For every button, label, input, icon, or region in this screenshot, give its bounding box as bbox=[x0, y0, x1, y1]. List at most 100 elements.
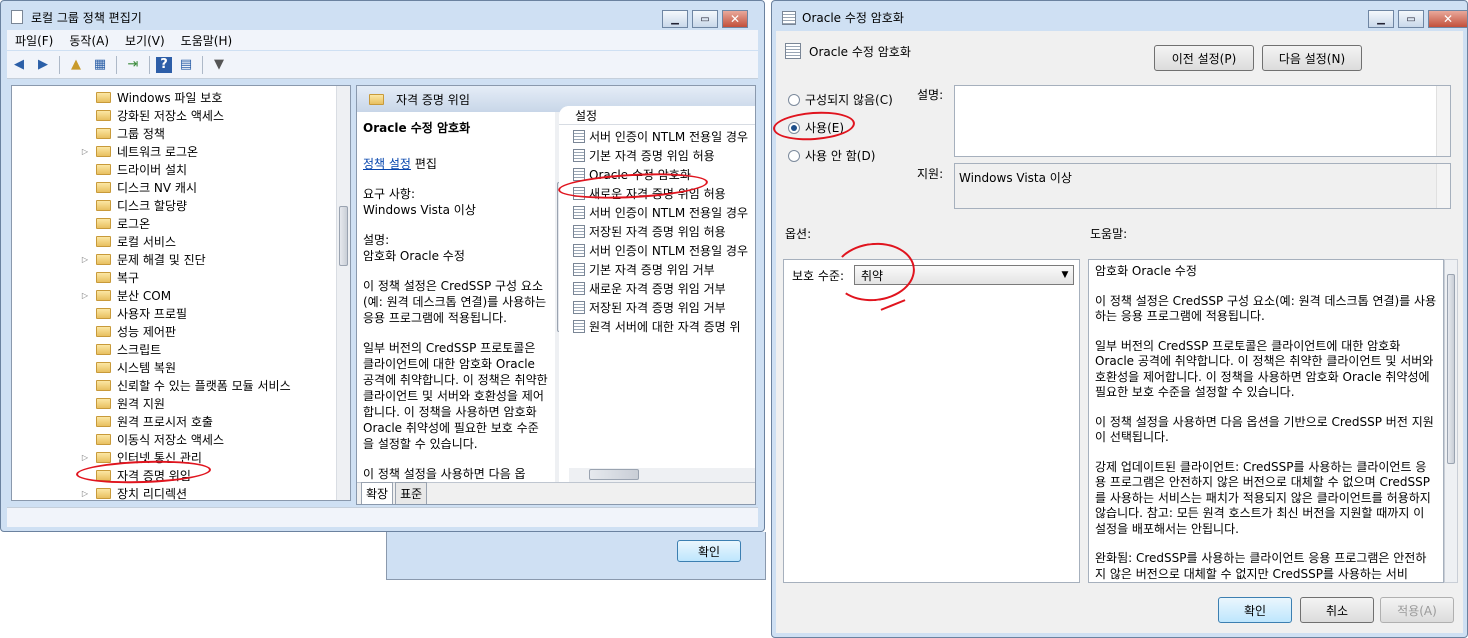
tree-scroll-thumb[interactable] bbox=[339, 206, 348, 266]
forward-arrow-icon[interactable]: ▶ bbox=[33, 55, 53, 75]
behind-ok-button[interactable]: 확인 bbox=[677, 540, 741, 562]
filter-icon[interactable]: ▼ bbox=[209, 55, 229, 75]
policy-setting-item[interactable]: 기본 자격 증명 위임 허용 bbox=[559, 146, 755, 165]
tree-item[interactable]: 강화된 저장소 액세스 bbox=[80, 106, 224, 124]
up-folder-icon[interactable]: ▲ bbox=[66, 55, 86, 75]
gpedit-window: 로컬 그룹 정책 편집기 ▁ ▭ ✕ 파일(F) 동작(A) 보기(V) 도움말… bbox=[0, 0, 765, 532]
gpedit-app-icon bbox=[11, 10, 23, 24]
dialog-titlebar[interactable]: Oracle 수정 암호화 ▁ ▭ ✕ bbox=[772, 1, 1468, 35]
edit-policy-link[interactable]: 정책 설정 bbox=[363, 157, 411, 171]
back-arrow-icon[interactable]: ◀ bbox=[9, 55, 29, 75]
policy-setting-item[interactable]: 저장된 자격 증명 위임 거부 bbox=[559, 298, 755, 317]
menu-help[interactable]: 도움말(H) bbox=[173, 32, 241, 49]
dialog-close-icon[interactable]: ✕ bbox=[1428, 10, 1468, 28]
radio-dot[interactable] bbox=[788, 149, 800, 162]
tree-item[interactable]: ▷ 문제 해결 및 진단 bbox=[80, 250, 206, 268]
policy-setting-label: 기본 자격 증명 위임 허용 bbox=[589, 149, 715, 163]
dialog-maximize-icon[interactable]: ▭ bbox=[1398, 10, 1424, 28]
help-icon[interactable]: ? bbox=[156, 56, 172, 73]
tree-item[interactable]: ▷ 분산 COM bbox=[80, 286, 171, 304]
tree-item[interactable]: 원격 지원 bbox=[80, 394, 165, 412]
policy-setting-label: 서버 인증이 NTLM 전용일 경우 bbox=[589, 244, 749, 258]
properties-icon[interactable]: ▤ bbox=[176, 55, 196, 75]
policy-setting-label: 서버 인증이 NTLM 전용일 경우 bbox=[589, 206, 749, 220]
folder-icon bbox=[96, 487, 111, 499]
tree-item[interactable]: 스크립트 bbox=[80, 340, 161, 358]
close-icon[interactable]: ✕ bbox=[722, 10, 748, 28]
expand-arrow-icon[interactable]: ▷ bbox=[80, 489, 90, 498]
tree-item[interactable]: 디스크 할당량 bbox=[80, 196, 187, 214]
previous-setting-button[interactable]: 이전 설정(P) bbox=[1154, 45, 1254, 71]
tree-item[interactable]: 이동식 저장소 액세스 bbox=[80, 430, 224, 448]
options-panel: 보호 수준: 취약 ▼ bbox=[783, 259, 1080, 583]
tree-item[interactable]: 성능 제어판 bbox=[80, 322, 176, 340]
folder-icon bbox=[96, 397, 111, 409]
expand-arrow-icon[interactable]: ▷ bbox=[80, 453, 90, 462]
supported-label: 지원: bbox=[917, 167, 944, 181]
expand-arrow-icon[interactable]: ▷ bbox=[80, 291, 90, 300]
tree-item[interactable]: Windows 파일 보호 bbox=[80, 88, 222, 106]
maximize-icon[interactable]: ▭ bbox=[692, 10, 718, 28]
radio-disabled[interactable]: 사용 안 함(D) bbox=[788, 147, 875, 164]
minimize-icon[interactable]: ▁ bbox=[662, 10, 688, 28]
policy-setting-item[interactable]: 서버 인증이 NTLM 전용일 경우 bbox=[559, 241, 755, 260]
folder-icon bbox=[96, 307, 111, 319]
policy-setting-item[interactable]: 서버 인증이 NTLM 전용일 경우 bbox=[559, 203, 755, 222]
folder-icon bbox=[96, 289, 111, 301]
folder-icon bbox=[96, 415, 111, 427]
cancel-button[interactable]: 취소 bbox=[1300, 597, 1374, 623]
help-scrollbar[interactable] bbox=[1444, 259, 1458, 583]
next-setting-button[interactable]: 다음 설정(N) bbox=[1262, 45, 1362, 71]
expand-arrow-icon[interactable]: ▷ bbox=[80, 147, 90, 156]
ext-req-label: 요구 사항: bbox=[363, 187, 416, 201]
ext-title: Oracle 수정 암호화 bbox=[363, 121, 471, 135]
folder-icon bbox=[96, 217, 111, 229]
tab-standard[interactable]: 표준 bbox=[395, 482, 428, 504]
menu-action[interactable]: 동작(A) bbox=[61, 32, 117, 49]
policy-setting-icon bbox=[573, 130, 585, 143]
tree-item[interactable]: 원격 프로시저 호출 bbox=[80, 412, 213, 430]
tree-item-label: 문제 해결 및 진단 bbox=[117, 252, 206, 267]
tree-item[interactable]: 드라이버 설치 bbox=[80, 160, 187, 178]
expand-arrow-icon[interactable]: ▷ bbox=[80, 255, 90, 264]
gpedit-toolbar: ◀ ▶ ▲ ▦ ⇥ ? ▤ ▼ bbox=[7, 51, 758, 79]
policy-setting-item[interactable]: 원격 서버에 대한 자격 증명 위 bbox=[559, 317, 755, 336]
comment-textbox[interactable] bbox=[954, 85, 1451, 157]
settings-column-header[interactable]: 설정 bbox=[559, 106, 755, 125]
help-paragraph: 강제 업데이트된 클라이언트: CredSSP를 사용하는 클라이언트 응용 프… bbox=[1095, 459, 1431, 536]
tree-item[interactable]: 복구 bbox=[80, 268, 139, 286]
tree-item[interactable]: ▷ 네트워크 로그온 bbox=[80, 142, 198, 160]
tree-item[interactable]: 사용자 프로필 bbox=[80, 304, 187, 322]
help-paragraph: 이 정책 설정은 CredSSP 구성 요소(예: 원격 데스크톱 연결)를 사… bbox=[1095, 293, 1437, 324]
folder-icon bbox=[96, 325, 111, 337]
list-hscrollbar[interactable] bbox=[569, 468, 755, 482]
radio-dot[interactable] bbox=[788, 93, 800, 106]
tree-item-label: 원격 프로시저 호출 bbox=[117, 414, 213, 429]
menu-view[interactable]: 보기(V) bbox=[117, 32, 173, 49]
policy-setting-label: 서버 인증이 NTLM 전용일 경우 bbox=[589, 130, 749, 144]
dialog-minimize-icon[interactable]: ▁ bbox=[1368, 10, 1394, 28]
tree-item[interactable]: ▷ 장치 리디렉션 bbox=[80, 484, 187, 501]
policy-setting-item[interactable]: 저장된 자격 증명 위임 허용 bbox=[559, 222, 755, 241]
policy-setting-item[interactable]: 서버 인증이 NTLM 전용일 경우 bbox=[559, 127, 755, 146]
tree-item[interactable]: 로컬 서비스 bbox=[80, 232, 176, 250]
tree-item[interactable]: 디스크 NV 캐시 bbox=[80, 178, 197, 196]
tree-item[interactable]: 신뢰할 수 있는 플랫폼 모듈 서비스 bbox=[80, 376, 291, 394]
ok-button[interactable]: 확인 bbox=[1218, 597, 1292, 623]
policy-tree[interactable]: Windows 파일 보호 강화된 저장소 액세스 그룹 정책 ▷ 네트워크 로그온 드라… bbox=[11, 85, 351, 501]
tab-extended[interactable]: 확장 bbox=[361, 482, 394, 504]
tree-item[interactable]: 시스템 복원 bbox=[80, 358, 176, 376]
tree-item[interactable]: 로그온 bbox=[80, 214, 150, 232]
settings-list[interactable]: 설정 서버 인증이 NTLM 전용일 경우 기본 자격 증명 위임 허용 Oracl… bbox=[559, 106, 755, 482]
menu-file[interactable]: 파일(F) bbox=[7, 32, 61, 49]
show-hide-tree-icon[interactable]: ▦ bbox=[90, 55, 110, 75]
tree-item[interactable]: 그룹 정책 bbox=[80, 124, 165, 142]
policy-setting-item[interactable]: 기본 자격 증명 위임 거부 bbox=[559, 260, 755, 279]
tree-scrollbar[interactable] bbox=[336, 86, 350, 500]
tree-item-label: 이동식 저장소 액세스 bbox=[117, 432, 224, 447]
policy-setting-item[interactable]: 새로운 자격 증명 위임 거부 bbox=[559, 279, 755, 298]
apply-button[interactable]: 적용(A) bbox=[1380, 597, 1454, 623]
tree-item-label: 성능 제어판 bbox=[117, 324, 177, 339]
export-list-icon[interactable]: ⇥ bbox=[123, 55, 143, 75]
radio-not-configured[interactable]: 구성되지 않음(C) bbox=[788, 91, 893, 108]
